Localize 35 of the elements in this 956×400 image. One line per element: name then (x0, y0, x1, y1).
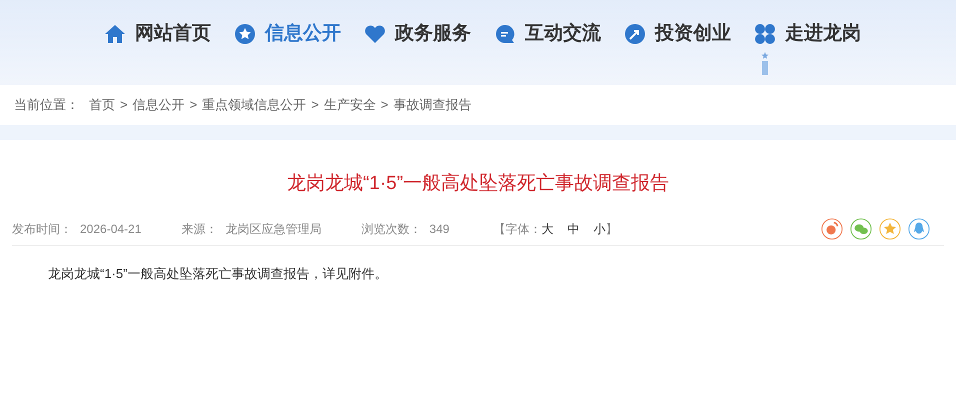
nav-link[interactable]: 网站首页 (103, 20, 211, 48)
tassel-icon (761, 52, 769, 76)
breadcrumb-link[interactable]: 首页 (89, 95, 115, 115)
font-size-bracket: 】 (605, 220, 618, 238)
font-size-link[interactable]: 小 (593, 220, 606, 238)
breadcrumb-separator: > (380, 96, 388, 114)
nav-link[interactable]: 政务服务 (363, 20, 471, 48)
font-size-link[interactable]: 大 (541, 220, 554, 238)
font-size-link[interactable]: 中 (567, 220, 580, 238)
breadcrumb-link[interactable]: 事故调查报告 (393, 95, 472, 115)
breadcrumb-link[interactable]: 重点领域信息公开 (202, 95, 306, 115)
meta-label: 发布时间： (12, 220, 72, 238)
article-body: 龙岗龙城“1·5”一般高处坠落死亡事故调查报告，详见附件。 (47, 265, 388, 283)
clover-icon (753, 22, 777, 46)
meta-value: 龙岗区应急管理局 (225, 220, 322, 238)
breadcrumb-link[interactable]: 生产安全 (324, 95, 376, 115)
meta-label: 浏览次数： (361, 220, 422, 238)
meta-label: 来源： (181, 220, 218, 238)
nav-link[interactable]: 走进龙岗 (753, 20, 861, 48)
breadcrumb-separator: > (311, 96, 319, 114)
breadcrumb-link[interactable]: 信息公开 (132, 95, 185, 115)
weibo-share-icon[interactable] (821, 218, 843, 240)
nav-link[interactable]: 互动交流 (493, 20, 601, 48)
nav-link[interactable]: 投资创业 (623, 20, 731, 48)
meta-value: 349 (429, 220, 450, 238)
breadcrumb-separator: > (190, 96, 198, 114)
penguin-share-icon[interactable] (908, 218, 930, 240)
star-share-icon[interactable] (879, 218, 901, 240)
font-size-label: 【字体： (493, 220, 542, 238)
meta-value: 2026-04-21 (80, 220, 142, 238)
breadcrumb-separator: > (120, 96, 128, 114)
article-title: 龙岗龙城“1·5”一般高处坠落死亡事故调查报告 (286, 172, 670, 196)
breadcrumb-label: 当前位置： (14, 96, 79, 114)
nav-link[interactable]: 信息公开 (233, 20, 341, 48)
wechat-share-icon[interactable] (850, 218, 872, 240)
